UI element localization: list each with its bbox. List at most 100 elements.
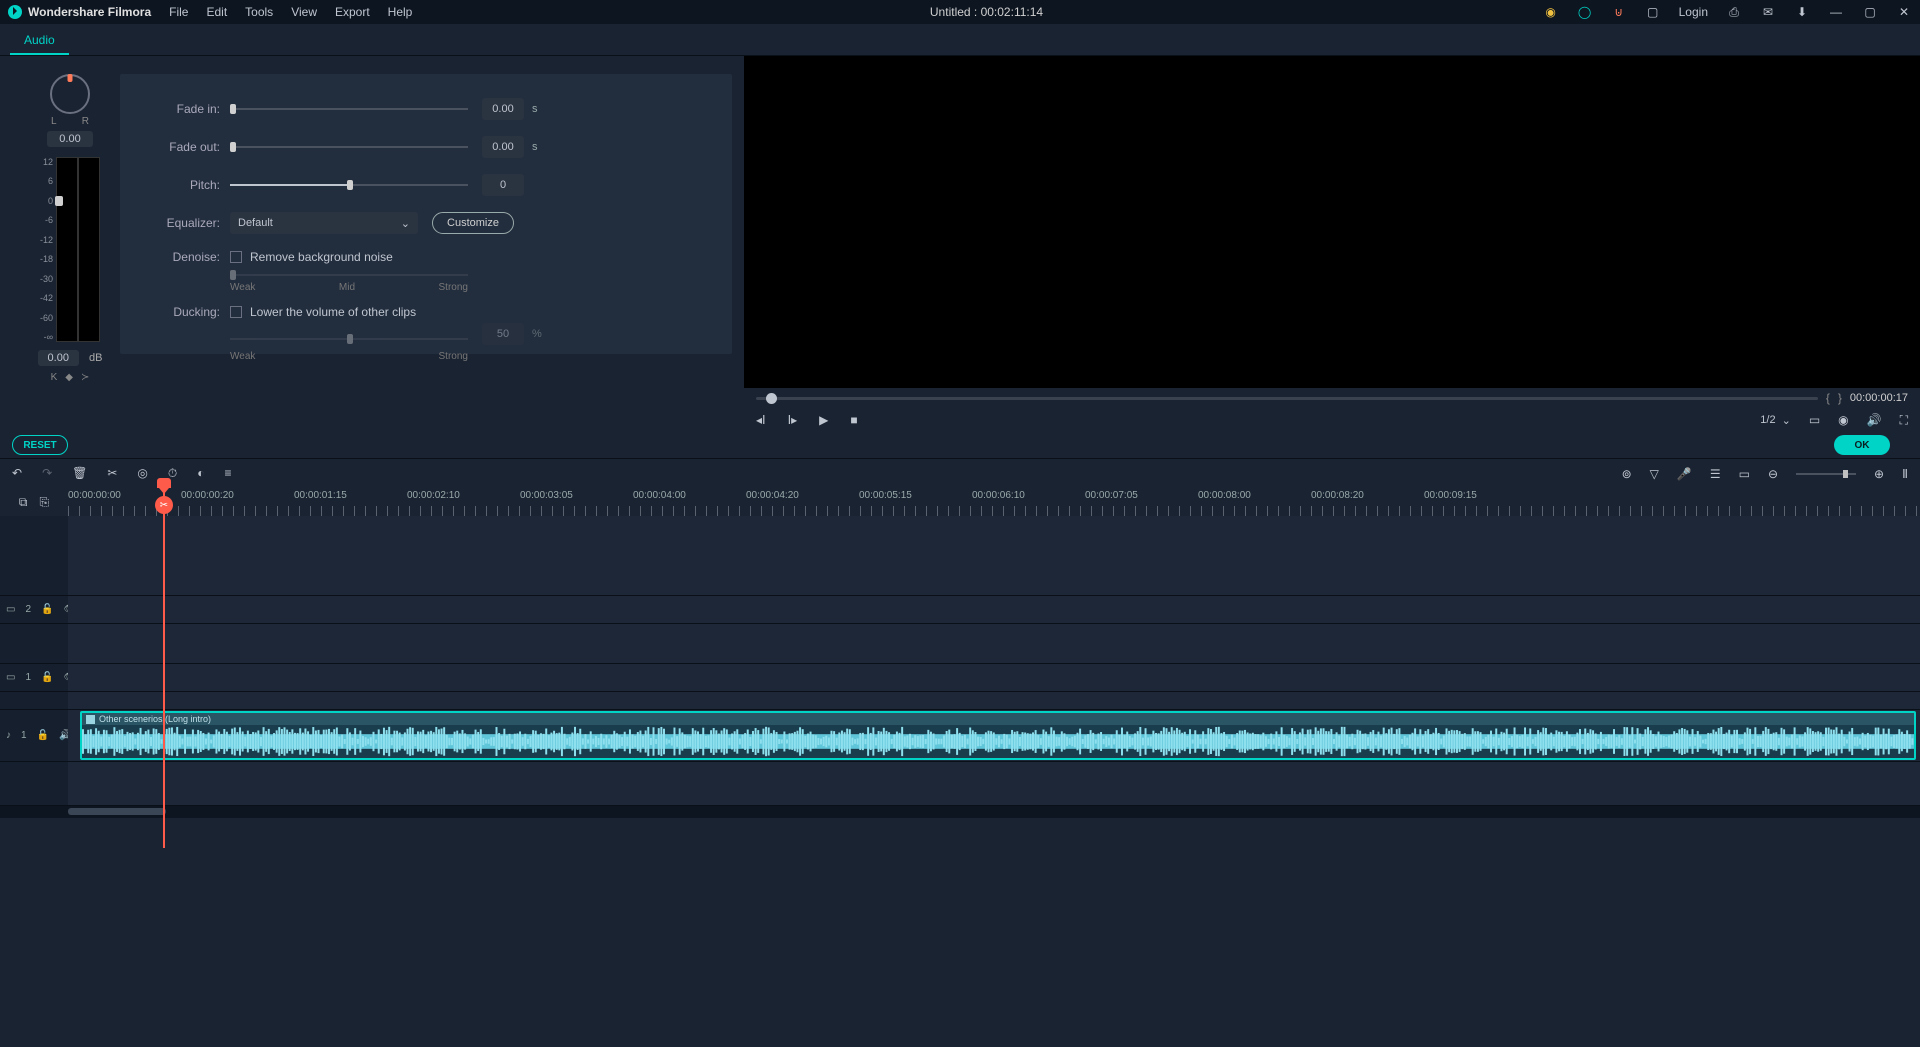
playhead-head-icon[interactable]: [157, 478, 171, 488]
track-lock-icon[interactable]: 🔓: [41, 672, 53, 683]
track-audio-1-icon: ♪: [6, 730, 11, 741]
login-button[interactable]: Login: [1679, 5, 1708, 19]
gift-icon[interactable]: ▢: [1645, 4, 1661, 20]
preview-viewport: [744, 56, 1920, 388]
close-icon[interactable]: ✕: [1896, 4, 1912, 20]
mail-icon[interactable]: ✉: [1760, 4, 1776, 20]
keyframe-add-icon[interactable]: ◆: [65, 372, 73, 383]
maximize-icon[interactable]: ▢: [1862, 4, 1878, 20]
ruler-time: 00:00:02:10: [407, 490, 520, 501]
preview-scrubber[interactable]: [756, 397, 1818, 400]
display-icon[interactable]: ▭: [1809, 413, 1820, 427]
render-icon[interactable]: ▭: [1739, 467, 1750, 481]
menu-help[interactable]: Help: [388, 5, 413, 19]
fade-in-unit: s: [532, 103, 538, 115]
zoom-out-icon[interactable]: ⊖: [1768, 467, 1778, 481]
crop-icon[interactable]: ◎: [137, 466, 147, 481]
track-lock-icon[interactable]: 🔓: [37, 730, 49, 741]
denoise-checkbox[interactable]: [230, 251, 242, 263]
volume-meter-left[interactable]: [56, 157, 78, 342]
volume-icon[interactable]: 🔊: [1867, 413, 1882, 427]
fade-out-slider[interactable]: [230, 146, 468, 148]
undo-icon[interactable]: ↶: [12, 466, 22, 481]
ducking-value[interactable]: 50: [482, 323, 524, 345]
ok-button[interactable]: OK: [1834, 435, 1890, 455]
ripple-icon[interactable]: ⧉: [19, 495, 28, 510]
scrubber-thumb[interactable]: [766, 393, 777, 404]
mixer-icon[interactable]: ⊚: [1622, 467, 1632, 481]
lightbulb-icon[interactable]: ◉: [1543, 4, 1559, 20]
delete-icon[interactable]: 🗑: [72, 466, 87, 481]
equalizer-value: Default: [238, 217, 273, 229]
ruler-time: 00:00:04:20: [746, 490, 859, 501]
pitch-slider[interactable]: [230, 184, 468, 186]
ducking-checkbox[interactable]: [230, 306, 242, 318]
ruler-time: 00:00:08:00: [1198, 490, 1311, 501]
play-icon[interactable]: ▶: [819, 413, 828, 427]
menu-export[interactable]: Export: [335, 5, 370, 19]
ducking-strength-slider[interactable]: [230, 338, 468, 340]
tab-audio[interactable]: Audio: [10, 27, 69, 55]
menu-edit[interactable]: Edit: [206, 5, 227, 19]
playhead-split-icon[interactable]: ✂: [155, 496, 173, 514]
menu-tools[interactable]: Tools: [245, 5, 273, 19]
volume-db-value[interactable]: 0.00: [38, 350, 79, 366]
timeline-scroll-thumb[interactable]: [68, 808, 166, 815]
marker-icon[interactable]: ▽: [1650, 467, 1659, 481]
meter-tick: 6: [40, 176, 53, 186]
preview-zoom-select[interactable]: 1/2⌄: [1760, 414, 1791, 427]
properties-icon[interactable]: ☰: [1710, 467, 1721, 481]
keyframe-next-icon[interactable]: ≻: [81, 372, 89, 383]
headphones-icon[interactable]: ◯: [1577, 4, 1593, 20]
fade-out-value[interactable]: 0.00: [482, 136, 524, 158]
adjust-icon[interactable]: ≡: [225, 466, 232, 481]
project-title: Untitled : 00:02:11:14: [430, 5, 1542, 19]
timeline-scrollbar[interactable]: [0, 806, 1920, 818]
keyframe-prev-icon[interactable]: K: [51, 372, 58, 383]
cart-icon[interactable]: ⊍: [1611, 4, 1627, 20]
step-forward-icon[interactable]: Ⅰ▸: [788, 413, 798, 427]
download-icon[interactable]: ⬇: [1794, 4, 1810, 20]
ruler-time: 00:00:08:20: [1311, 490, 1424, 501]
menu-view[interactable]: View: [291, 5, 317, 19]
app-name: Wondershare Filmora: [28, 5, 151, 19]
snapshot-icon[interactable]: ◉: [1838, 413, 1848, 427]
mark-out-icon[interactable]: }: [1838, 391, 1842, 405]
link-icon[interactable]: ⎘: [39, 495, 49, 510]
redo-icon[interactable]: ↷: [42, 466, 52, 481]
fade-in-value[interactable]: 0.00: [482, 98, 524, 120]
color-icon[interactable]: ◐: [197, 466, 204, 481]
ruler-time: 00:00:05:15: [859, 490, 972, 501]
track-v2-num: 2: [25, 604, 31, 615]
mark-in-icon[interactable]: {: [1826, 391, 1830, 405]
volume-slider-thumb[interactable]: [55, 196, 63, 206]
reset-button[interactable]: RESET: [12, 435, 68, 455]
zoom-fit-icon[interactable]: Ⅱ: [1902, 467, 1908, 481]
db-unit: dB: [89, 352, 102, 364]
track-v1-num: 1: [25, 672, 31, 683]
save-icon[interactable]: ⎙: [1726, 4, 1742, 20]
clip-music-icon: [86, 715, 95, 724]
stop-icon[interactable]: ■: [850, 413, 857, 427]
voiceover-icon[interactable]: 🎤: [1677, 467, 1692, 481]
playhead[interactable]: ✂: [163, 488, 165, 848]
fullscreen-icon[interactable]: ⛶: [1900, 413, 1908, 428]
menu-file[interactable]: File: [169, 5, 188, 19]
pan-knob[interactable]: [50, 74, 90, 114]
pitch-value[interactable]: 0: [482, 174, 524, 196]
meter-tick: -12: [40, 235, 53, 245]
fade-in-slider[interactable]: [230, 108, 468, 110]
split-icon[interactable]: ✂: [107, 466, 117, 481]
step-back-icon[interactable]: ◂Ⅰ: [756, 413, 766, 427]
pitch-label: Pitch:: [144, 178, 220, 192]
timeline-ruler[interactable]: 00:00:00:0000:00:00:2000:00:01:1500:00:0…: [68, 488, 1920, 516]
track-lock-icon[interactable]: 🔓: [41, 604, 53, 615]
denoise-strength-slider[interactable]: [230, 274, 468, 276]
audio-clip[interactable]: Other scenerios (Long intro): [80, 711, 1916, 760]
customize-button[interactable]: Customize: [432, 212, 514, 234]
timeline-zoom-slider[interactable]: [1796, 473, 1856, 475]
zoom-in-icon[interactable]: ⊕: [1874, 467, 1884, 481]
pan-value[interactable]: 0.00: [47, 131, 92, 147]
equalizer-select[interactable]: Default⌄: [230, 212, 418, 234]
minimize-icon[interactable]: —: [1828, 4, 1844, 20]
